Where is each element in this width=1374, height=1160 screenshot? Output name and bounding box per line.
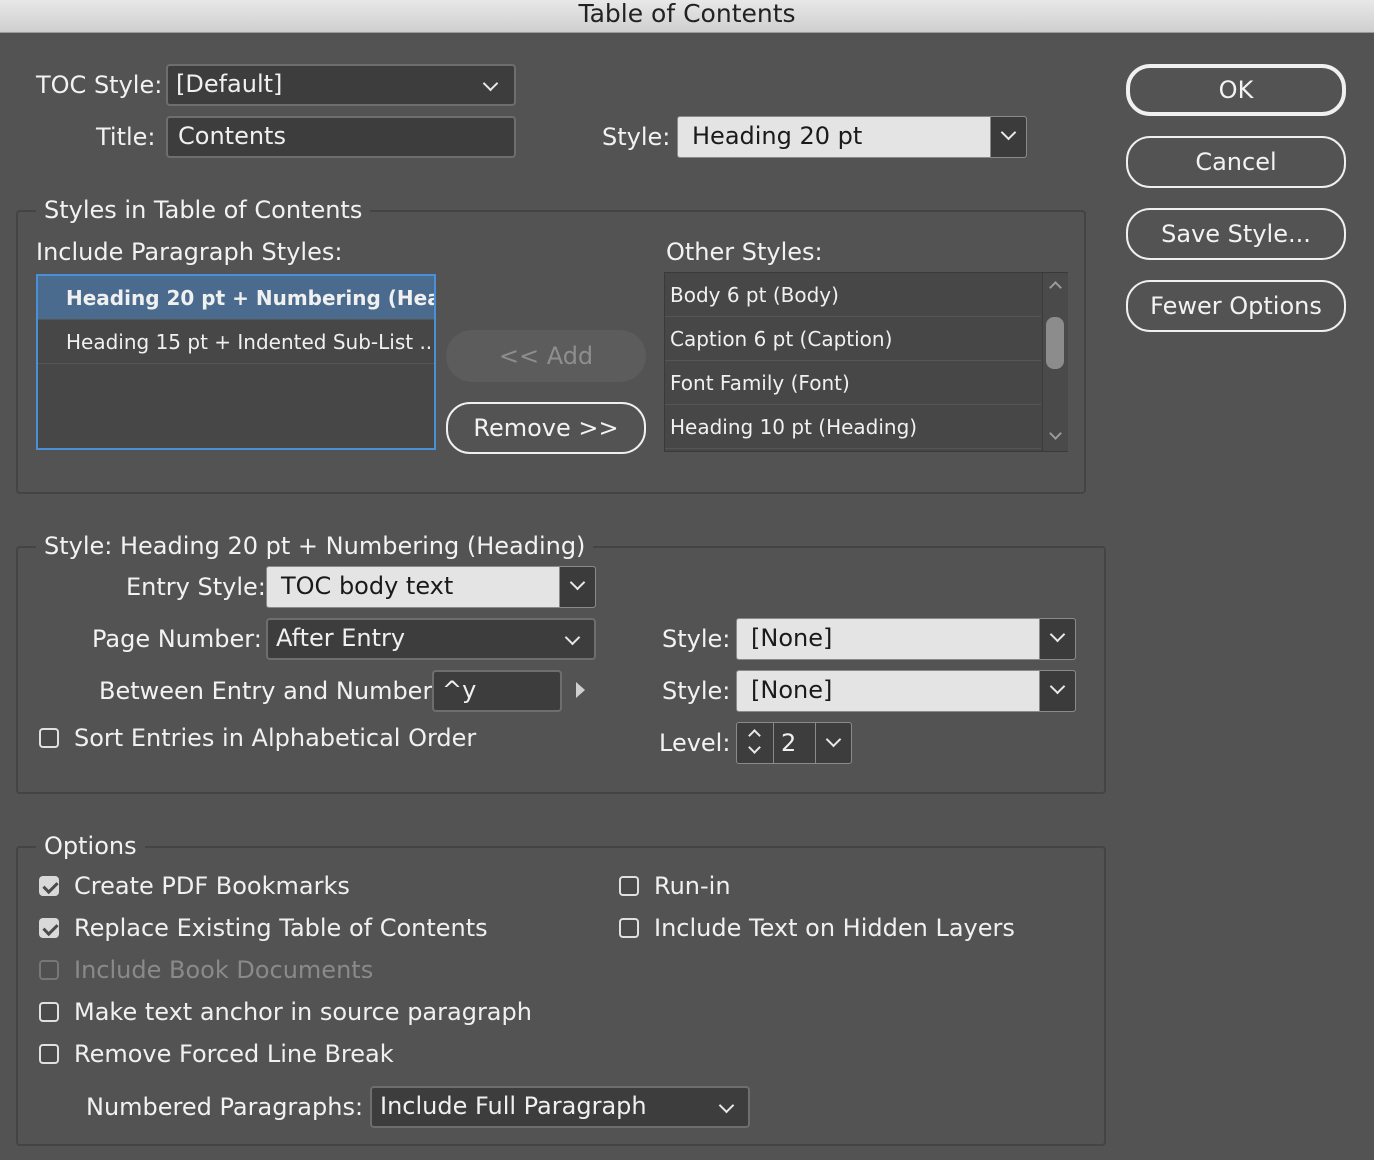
chevron-down-icon — [825, 731, 842, 748]
chevron-up-icon[interactable] — [748, 729, 761, 742]
toc-style-value: [Default] — [176, 70, 283, 98]
dropdown-button[interactable] — [815, 723, 852, 763]
list-item[interactable]: Heading 20 pt + Numbering (Hea... — [38, 276, 434, 320]
entry-style-label: Entry Style: — [126, 573, 266, 601]
level-label: Level: — [659, 729, 731, 757]
sort-entries-checkbox[interactable] — [39, 728, 59, 748]
list-item[interactable]: Font Family (Font) — [665, 361, 1041, 405]
styles-in-toc-title: Styles in Table of Contents — [36, 196, 371, 224]
page-number-style-label: Style: — [662, 625, 731, 653]
create-pdf-bookmarks-label: Create PDF Bookmarks — [74, 872, 350, 900]
checkmark-icon — [42, 919, 59, 937]
chevron-down-icon — [564, 629, 581, 646]
window-title: Table of Contents — [0, 0, 1374, 33]
title-style-label: Style: — [602, 123, 671, 151]
between-style-label: Style: — [662, 677, 731, 705]
title-style-dropdown[interactable]: Heading 20 pt — [677, 116, 1027, 158]
list-item[interactable]: Heading 15 pt + Indented Sub-List ... — [38, 320, 434, 364]
chevron-down-icon — [482, 75, 499, 92]
include-hidden-layers-label: Include Text on Hidden Layers — [654, 914, 1015, 942]
ok-button[interactable]: OK — [1126, 64, 1346, 116]
page-number-label: Page Number: — [92, 625, 262, 653]
replace-existing-checkbox[interactable] — [39, 918, 59, 938]
include-book-documents-label: Include Book Documents — [74, 956, 374, 984]
page-number-style-dropdown[interactable]: [None] — [736, 618, 1076, 660]
chevron-down-icon — [1049, 678, 1066, 695]
between-entry-label: Between Entry and Number: — [99, 677, 440, 705]
between-style-value: [None] — [751, 676, 833, 704]
title-input[interactable]: Contents — [166, 116, 516, 158]
chevron-down-icon — [718, 1097, 735, 1114]
remove-button[interactable]: Remove >> — [446, 402, 646, 454]
entry-style-value: TOC body text — [281, 572, 454, 600]
list-item[interactable]: Caption 6 pt (Caption) — [665, 317, 1041, 361]
fewer-options-button[interactable]: Fewer Options — [1126, 280, 1346, 332]
make-text-anchor-label: Make text anchor in source paragraph — [74, 998, 532, 1026]
chevron-up-icon[interactable] — [1049, 281, 1062, 294]
dropdown-button[interactable] — [1039, 619, 1075, 659]
dropdown-button[interactable] — [559, 567, 595, 607]
save-style-button[interactable]: Save Style... — [1126, 208, 1346, 260]
page-number-value: After Entry — [276, 624, 406, 652]
options-group-title: Options — [36, 832, 145, 860]
chevron-down-icon — [569, 574, 586, 591]
between-style-dropdown[interactable]: [None] — [736, 670, 1076, 712]
title-style-value: Heading 20 pt — [692, 122, 863, 150]
toc-style-label: TOC Style: — [36, 71, 163, 99]
scrollbar[interactable] — [1042, 273, 1068, 451]
checkmark-icon — [42, 877, 59, 895]
cancel-button[interactable]: Cancel — [1126, 136, 1346, 188]
include-paragraph-styles-label: Include Paragraph Styles: — [36, 238, 343, 266]
chevron-down-icon[interactable] — [1049, 427, 1062, 440]
dropdown-button[interactable] — [1039, 671, 1075, 711]
chevron-down-icon[interactable] — [748, 741, 761, 754]
include-styles-list[interactable]: Heading 20 pt + Numbering (Hea... Headin… — [36, 274, 436, 450]
sort-entries-label: Sort Entries in Alphabetical Order — [74, 724, 477, 752]
include-book-documents-checkbox — [39, 960, 59, 980]
remove-forced-line-break-label: Remove Forced Line Break — [74, 1040, 394, 1068]
chevron-down-icon — [1049, 626, 1066, 643]
between-entry-input[interactable]: ^y — [432, 670, 562, 712]
entry-style-dropdown[interactable]: TOC body text — [266, 566, 596, 608]
remove-forced-line-break-checkbox[interactable] — [39, 1044, 59, 1064]
entry-style-group-title: Style: Heading 20 pt + Numbering (Headin… — [36, 532, 594, 560]
level-stepper[interactable]: 2 — [736, 722, 852, 764]
scrollbar-thumb[interactable] — [1046, 317, 1064, 369]
make-text-anchor-checkbox[interactable] — [39, 1002, 59, 1022]
other-styles-list[interactable]: Body 6 pt (Body) Caption 6 pt (Caption) … — [664, 272, 1068, 452]
replace-existing-label: Replace Existing Table of Contents — [74, 914, 488, 942]
numbered-paragraphs-value: Include Full Paragraph — [380, 1092, 647, 1120]
include-hidden-layers-checkbox[interactable] — [619, 918, 639, 938]
title-label: Title: — [96, 123, 156, 151]
run-in-label: Run-in — [654, 872, 731, 900]
special-characters-arrow-icon[interactable] — [576, 682, 585, 698]
page-number-style-value: [None] — [751, 624, 833, 652]
numbered-paragraphs-label: Numbered Paragraphs: — [86, 1093, 364, 1121]
numbered-paragraphs-dropdown[interactable]: Include Full Paragraph — [370, 1086, 750, 1128]
list-item[interactable]: Body 6 pt (Body) — [665, 273, 1041, 317]
toc-style-dropdown[interactable]: [Default] — [166, 64, 516, 106]
create-pdf-bookmarks-checkbox[interactable] — [39, 876, 59, 896]
dropdown-button[interactable] — [990, 117, 1026, 157]
chevron-down-icon — [1000, 124, 1017, 141]
other-styles-label: Other Styles: — [666, 238, 823, 266]
page-number-dropdown[interactable]: After Entry — [266, 618, 596, 660]
run-in-checkbox[interactable] — [619, 876, 639, 896]
add-button[interactable]: << Add — [446, 330, 646, 382]
list-item[interactable]: Heading 10 pt (Heading) — [665, 405, 1041, 449]
stepper-buttons[interactable] — [737, 723, 774, 763]
level-value[interactable]: 2 — [781, 723, 796, 763]
